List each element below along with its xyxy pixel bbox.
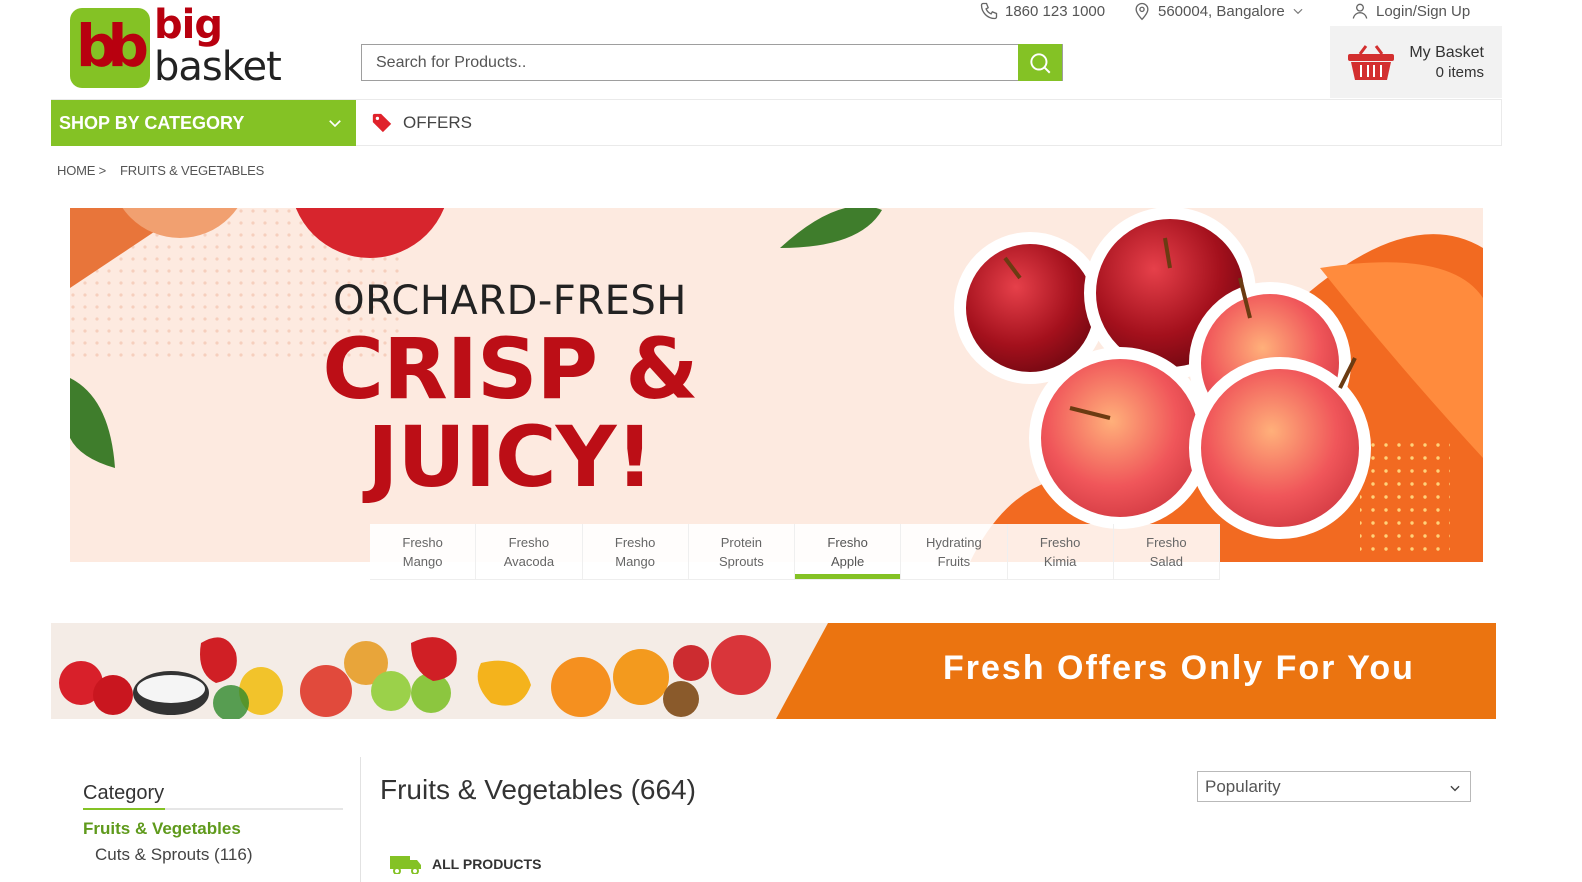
category-heading: Category [83, 782, 165, 804]
basket-count: 0 items [1435, 64, 1484, 81]
tab-protein-sprouts[interactable]: Protein Sprouts [689, 524, 795, 579]
all-products-label: ALL PRODUCTS [432, 856, 542, 872]
tab-fresho-mango[interactable]: Fresho Mango [370, 524, 477, 579]
shop-by-category-label: SHOP BY CATEGORY [59, 112, 245, 133]
search-icon [1030, 52, 1051, 73]
offers-link[interactable]: OFFERS [371, 100, 472, 146]
sidebar-divider [360, 757, 361, 882]
tab-fresho-salad[interactable]: Fresho Salad [1114, 524, 1220, 579]
tab-fresho-apple[interactable]: Fresho Apple [795, 524, 902, 579]
breadcrumb-fruits-vegetables[interactable]: FRUITS & VEGETABLES [120, 163, 264, 178]
tab-hydrating-fruits[interactable]: Hydrating Fruits [901, 524, 1008, 579]
my-basket-button[interactable]: My Basket 0 items [1330, 26, 1502, 98]
chevron-down-icon [329, 120, 341, 128]
logo-word-basket: basket [154, 44, 282, 90]
fresh-offers-banner[interactable]: Fresh Offers Only For You [51, 623, 1496, 719]
hero-heading-line2: CRISP & [322, 320, 698, 418]
fruit-veg-image [51, 623, 831, 719]
search-bar [361, 44, 1063, 81]
hero-banner[interactable]: ORCHARD-FRESH CRISP & JUICY! [70, 208, 1483, 562]
basket-icon [1348, 45, 1394, 80]
basket-title: My Basket [1409, 44, 1484, 61]
tag-icon [372, 113, 392, 133]
all-products-filter[interactable]: ALL PRODUCTS [390, 854, 541, 874]
search-input[interactable] [362, 45, 1020, 80]
breadcrumb-home[interactable]: HOME > [57, 163, 106, 178]
shop-by-category-button[interactable]: SHOP BY CATEGORY [51, 100, 356, 146]
chevron-down-icon [1450, 785, 1460, 792]
login-link[interactable]: Login/Sign Up [1350, 0, 1470, 22]
hero-carousel-tabs: Fresho Mango Fresho Avacoda Fresho Mango Pr… [370, 524, 1220, 580]
listing-title: Fruits & Vegetables (664) [380, 774, 696, 805]
bigbasket-logo[interactable]: bb big basket [70, 2, 282, 90]
fresh-offers-text: Fresh Offers Only For You [943, 649, 1415, 687]
hero-heading-line1: ORCHARD-FRESH [333, 278, 687, 324]
tab-fresho-kimia[interactable]: Fresho Kimia [1008, 524, 1114, 579]
sort-value: Popularity [1205, 776, 1281, 796]
search-button[interactable] [1018, 44, 1062, 81]
sort-select[interactable]: Popularity [1197, 771, 1471, 802]
breadcrumb: HOME > FRUITS & VEGETABLES [57, 163, 264, 178]
chevron-down-icon [1293, 8, 1303, 15]
logo-word-big: big [154, 2, 223, 48]
phone-contact[interactable]: 1860 123 1000 [979, 0, 1105, 22]
tab-fresho-avacoda[interactable]: Fresho Avacoda [476, 524, 583, 579]
hero-artwork [70, 208, 1483, 562]
user-icon [1352, 3, 1368, 19]
truck-icon [390, 856, 421, 874]
logo-badge: bb [70, 8, 150, 88]
phone-number: 1860 123 1000 [1005, 2, 1106, 20]
location-pin-icon [1135, 2, 1149, 21]
subcategory-cuts-sprouts[interactable]: Cuts & Sprouts (116) [95, 845, 252, 865]
location-selector[interactable]: 560004, Bangalore [1132, 0, 1305, 22]
offers-label: OFFERS [403, 113, 472, 132]
tab-fresho-mango-2[interactable]: Fresho Mango [583, 524, 689, 579]
category-underline [83, 808, 343, 810]
location-text: 560004, Bangalore [1158, 2, 1285, 20]
login-text: Login/Sign Up [1376, 2, 1471, 20]
main-navbar: SHOP BY CATEGORY OFFERS [51, 99, 1502, 146]
hero-heading-line3: JUICY! [367, 408, 654, 506]
category-fruits-vegetables[interactable]: Fruits & Vegetables [83, 819, 241, 839]
phone-icon [980, 2, 998, 20]
